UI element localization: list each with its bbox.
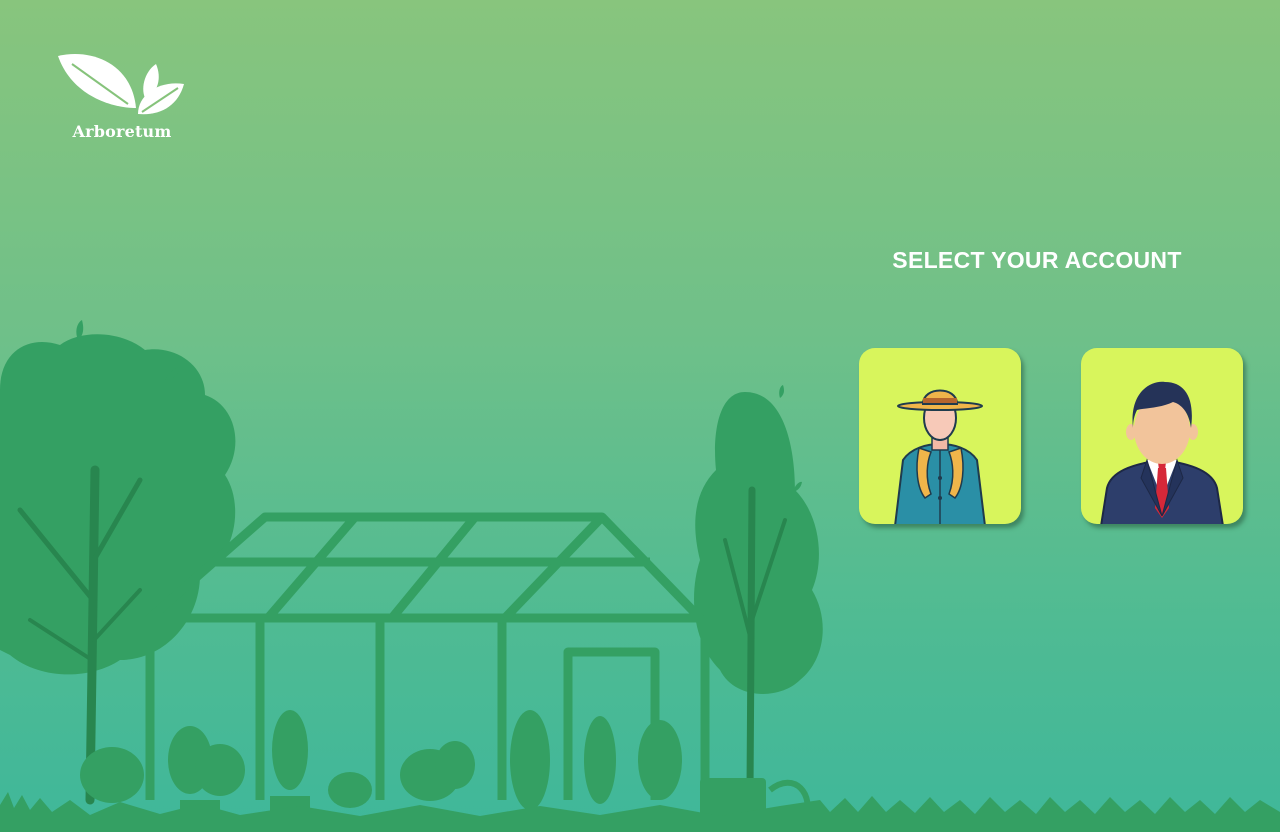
business-account-card[interactable] xyxy=(1081,348,1243,524)
farmer-avatar-icon xyxy=(894,389,986,524)
leaves-icon xyxy=(58,54,184,115)
select-account-title: SELECT YOUR ACCOUNT xyxy=(892,247,1182,273)
right-tree-canopy xyxy=(694,392,823,694)
farmer-account-card[interactable] xyxy=(859,348,1021,524)
businessman-avatar-icon xyxy=(1100,381,1224,524)
logo-text: Arboretum xyxy=(72,122,172,141)
app-logo[interactable]: Arboretum xyxy=(52,50,192,146)
